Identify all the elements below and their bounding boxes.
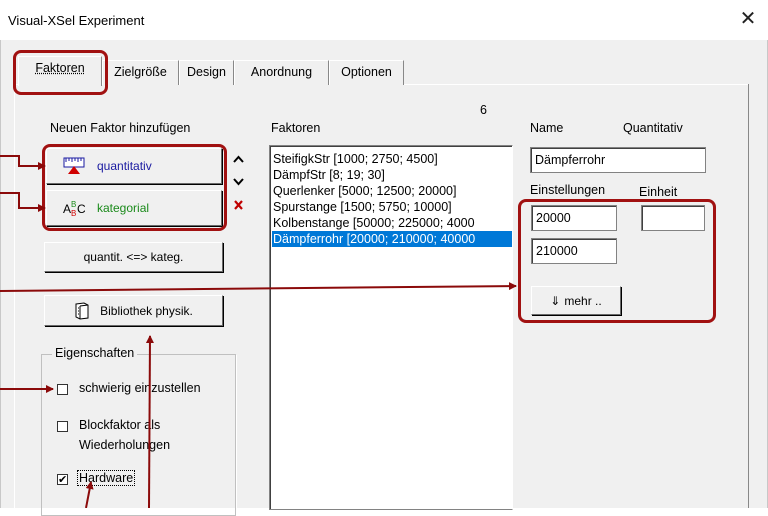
annotation-arrow-categorical [0,192,46,212]
annotation-arrow-settings [0,282,517,292]
annotation-arrows [0,155,517,508]
annotation-arrow-library [145,335,154,508]
annotation-arrow-quantitative [0,155,46,170]
tab-faktoren[interactable]: Faktoren [18,56,102,86]
annotation-arrow-hardware [85,481,94,508]
